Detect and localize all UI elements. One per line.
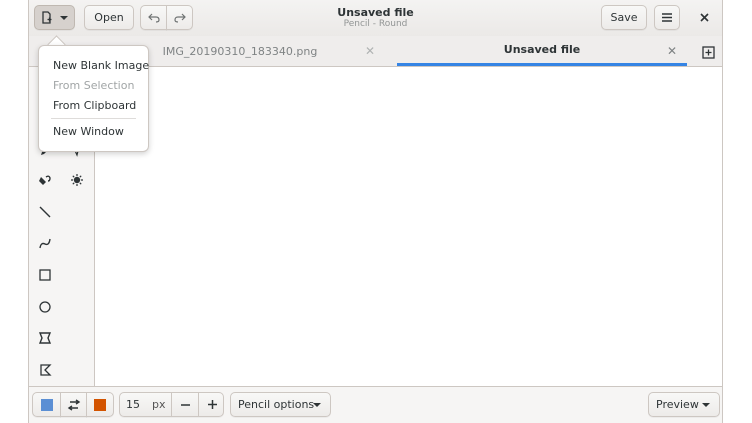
free-shape-tool[interactable] (34, 359, 56, 381)
secondary-color-swatch (94, 398, 106, 411)
filter-tool[interactable] (66, 169, 88, 191)
curve-icon (39, 238, 51, 249)
filter-icon (71, 174, 83, 186)
paint-icon (39, 175, 51, 185)
curve-tool[interactable] (34, 232, 56, 254)
menu-item-new-window[interactable]: New Window (53, 125, 124, 138)
size-value[interactable]: 15 (126, 398, 140, 411)
main-color-swatch (40, 398, 53, 411)
new-document-icon (41, 11, 51, 24)
increase-size-button[interactable] (198, 392, 226, 417)
line-tool[interactable] (34, 201, 56, 223)
open-button[interactable]: Open (84, 5, 134, 30)
rectangle-tool[interactable] (34, 264, 56, 286)
main-menu-button[interactable] (654, 5, 680, 30)
menu-item-from-clipboard[interactable]: From Clipboard (53, 99, 136, 112)
new-tab-icon (702, 46, 715, 59)
header-bar: Open Unsaved file Pencil - Round Save (29, 0, 722, 37)
tool-options-label: Pencil options (238, 398, 315, 411)
tab-label: IMG_20190310_183340.png (162, 44, 318, 58)
chevron-down-icon (59, 15, 68, 20)
redo-icon (173, 13, 186, 23)
rectangle-icon (39, 269, 51, 281)
chevron-down-icon (702, 403, 710, 407)
hamburger-menu-icon (662, 13, 672, 22)
new-tab-button[interactable] (702, 44, 716, 59)
paint-tool[interactable] (34, 169, 56, 191)
decrease-size-button[interactable] (171, 392, 199, 417)
tool-size-spinbutton[interactable]: 15 px (119, 392, 224, 417)
undo-button[interactable] (140, 5, 167, 30)
tool-options-menu-button[interactable]: Pencil options (230, 392, 331, 417)
close-tab-icon[interactable]: ✕ (365, 44, 375, 58)
circle-icon (39, 301, 51, 313)
freeshape-icon (40, 364, 52, 376)
bottom-bar: 15 px Pencil options Preview (29, 386, 722, 423)
preview-menu-button[interactable]: Preview (648, 392, 720, 417)
secondary-color-button[interactable] (86, 392, 114, 417)
new-image-menu-button[interactable] (34, 5, 75, 30)
swap-colors-icon (67, 398, 80, 411)
size-unit: px (152, 398, 166, 411)
line-icon (39, 206, 51, 218)
menu-item-new-blank-image[interactable]: New Blank Image (53, 59, 149, 72)
preview-label: Preview (656, 398, 699, 411)
tab-unsaved-file[interactable]: Unsaved file ✕ (397, 36, 687, 66)
redo-button[interactable] (166, 5, 193, 30)
polygon-icon (38, 332, 52, 344)
plus-icon (208, 400, 217, 409)
polygon-tool[interactable] (34, 327, 56, 349)
drawing-canvas[interactable] (95, 67, 722, 387)
save-button[interactable]: Save (601, 5, 647, 30)
chevron-down-icon (313, 403, 321, 407)
close-icon (699, 13, 709, 22)
menu-item-from-selection: From Selection (53, 79, 135, 92)
minus-icon (181, 403, 190, 406)
exchange-colors-button[interactable] (60, 392, 87, 417)
menu-separator (51, 118, 136, 119)
close-window-button[interactable] (691, 5, 717, 30)
tab-label: Unsaved file (503, 43, 581, 56)
circle-tool[interactable] (34, 296, 56, 318)
new-image-popover: New Blank Image From Selection From Clip… (38, 45, 149, 152)
close-tab-icon[interactable]: ✕ (667, 44, 677, 58)
main-color-button[interactable] (32, 392, 61, 417)
app-window: Open Unsaved file Pencil - Round Save IM… (28, 0, 723, 423)
undo-icon (147, 13, 160, 23)
